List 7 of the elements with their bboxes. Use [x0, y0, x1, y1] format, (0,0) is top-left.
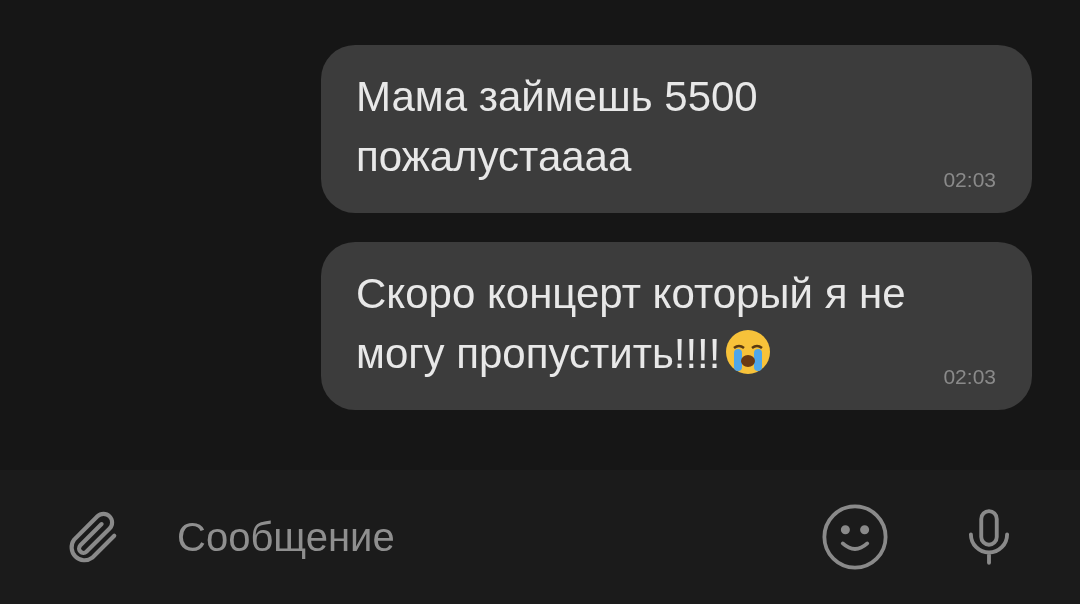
message-field[interactable]: Сообщение: [177, 507, 820, 567]
message-time: 02:03: [943, 363, 996, 390]
message-text: Мама займешь 5500 пожалустаааа: [356, 73, 758, 180]
smiley-icon[interactable]: [820, 502, 890, 572]
message-composer[interactable]: Сообщение: [0, 470, 1080, 604]
message-text: Скоро концерт который я не могу пропустить!!!!: [356, 270, 906, 377]
message-time: 02:03: [943, 166, 996, 193]
